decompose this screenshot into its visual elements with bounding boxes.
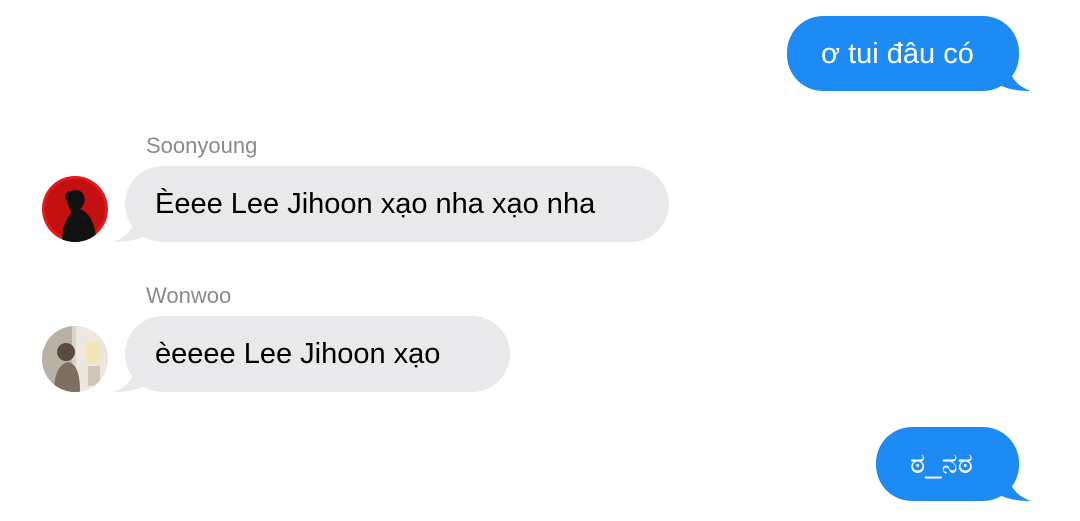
sender-name-wonwoo: Wonwoo (146, 283, 232, 308)
outgoing-message-bubble[interactable]: ಠ_ನಠ (876, 427, 1031, 501)
incoming-message-bubble[interactable]: èeeee Lee Jihoon xạo (113, 316, 510, 392)
avatar-wonwoo[interactable] (42, 326, 108, 392)
bubble-tail (113, 362, 147, 392)
message-text: Èeee Lee Jihoon xạo nha xạo nha (155, 188, 596, 220)
bubble-tail (997, 61, 1031, 91)
message-text: èeeee Lee Jihoon xạo (155, 338, 441, 370)
sender-name-soonyoung: Soonyoung (146, 133, 258, 158)
incoming-message-bubble[interactable]: Èeee Lee Jihoon xạo nha xạo nha (113, 166, 669, 242)
avatar-soonyoung[interactable] (42, 176, 108, 242)
outgoing-message-bubble[interactable]: ơ tui đâu có (787, 16, 1031, 91)
message-text: ơ tui đâu có (821, 37, 974, 70)
bubble-tail (997, 471, 1031, 501)
bubble-tail (113, 212, 147, 242)
message-text: ಠ_ನಠ (910, 448, 973, 480)
message-thread: ơ tui đâu có Soonyoung Èeee Lee Jihoon x… (0, 0, 1080, 521)
